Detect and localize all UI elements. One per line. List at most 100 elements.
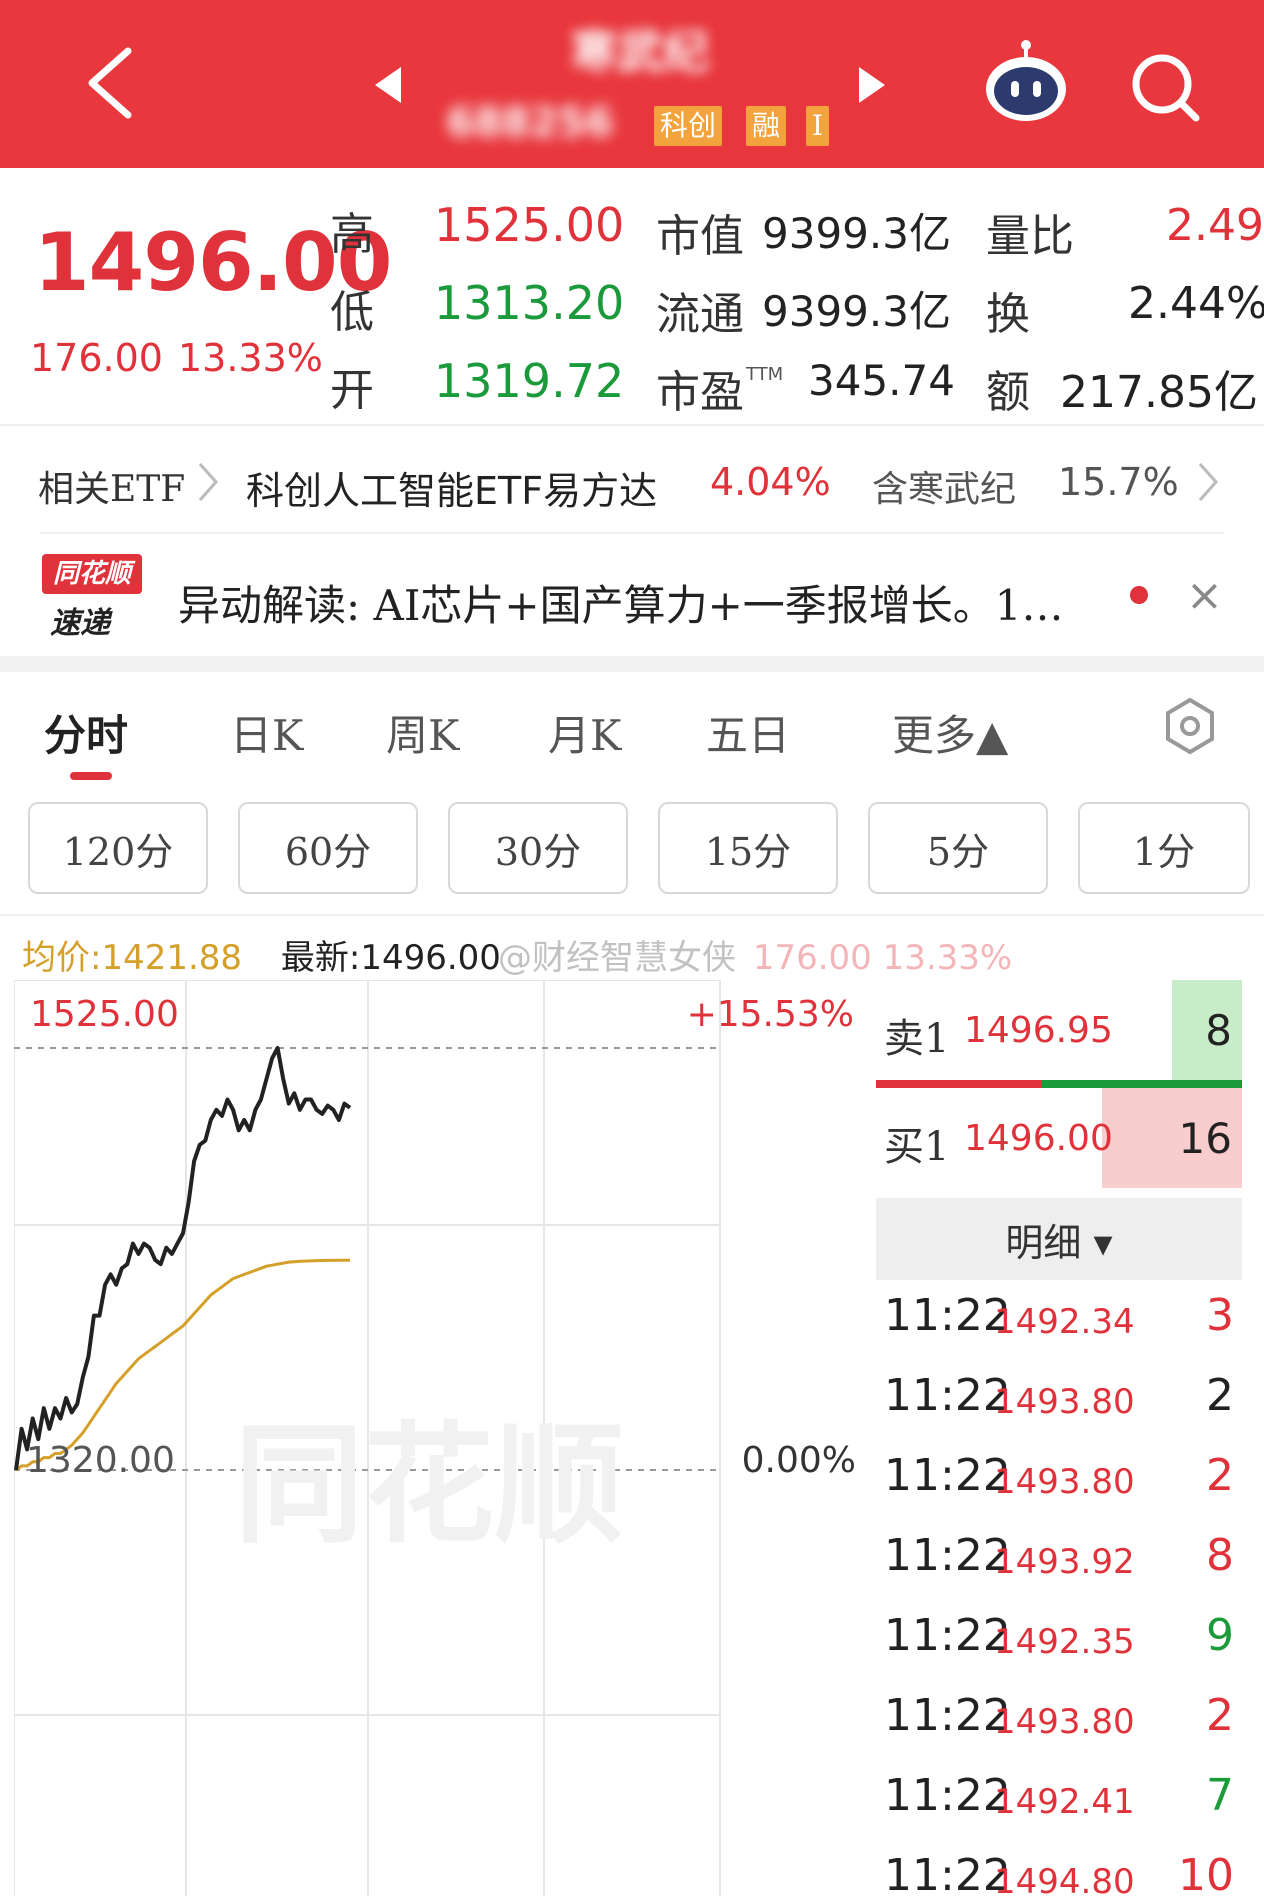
ai-assistant-button[interactable] — [978, 36, 1074, 132]
related-etf-label: 相关ETF — [38, 469, 186, 510]
tick-price: 1494.80 — [994, 1862, 1135, 1896]
tag-star-market: 科创 — [654, 106, 723, 146]
open-label: 开 — [330, 365, 374, 416]
trade-tick-row: 11:22 1492.35 9 — [876, 1600, 1242, 1680]
tick-volume: 10 — [1178, 1850, 1234, 1896]
stock-code: 688256 — [446, 100, 614, 146]
news-headline[interactable]: 异动解读: AI芯片+国产算力+一季报增长。1… — [178, 572, 1064, 633]
tick-time: 11:22 — [884, 1530, 1011, 1581]
tick-volume: 3 — [1206, 1290, 1234, 1341]
buy-1-label: 买1 — [884, 1124, 950, 1170]
trade-tick-row: 11:22 1493.80 2 — [876, 1360, 1242, 1440]
intraday-chart[interactable]: 同花顺 1525.00 +15.53% 1320.00 0.00% — [14, 980, 870, 1896]
trade-tick-row: 11:22 1492.41 7 — [876, 1760, 1242, 1840]
tick-price: 1492.41 — [994, 1782, 1135, 1822]
price-line — [14, 1046, 352, 1471]
etf-percent: 4.04% — [710, 460, 831, 504]
tab-five-day[interactable]: 五日 — [706, 702, 790, 763]
tab-more[interactable]: 更多▲ — [892, 702, 1008, 763]
tick-volume: 9 — [1206, 1610, 1234, 1661]
tick-price: 1493.92 — [994, 1542, 1135, 1582]
trade-tick-row: 11:22 1493.80 2 — [876, 1440, 1242, 1520]
buy-1-price: 1496.00 — [964, 1118, 1113, 1159]
tab-daily-k[interactable]: 日K — [230, 702, 303, 763]
related-etf-row[interactable]: 相关ETF 科创人工智能ETF易方达 4.04% 含寒武纪 15.7% — [0, 426, 1264, 538]
low-value: 1313.20 — [434, 276, 625, 330]
etf-holding-percent: 15.7% — [1058, 460, 1179, 504]
tab-intraday[interactable]: 分时 — [44, 702, 128, 763]
latest-price-readout: 最新:1496.00 — [280, 938, 501, 978]
back-button[interactable] — [70, 38, 150, 128]
buy-1-volume: 16 — [1178, 1114, 1232, 1163]
market-cap-label: 市值 — [656, 211, 744, 262]
stock-name: 寒武纪 — [571, 25, 709, 79]
tick-price: 1492.34 — [994, 1302, 1135, 1342]
tick-time: 11:22 — [884, 1610, 1011, 1661]
tab-weekly-k[interactable]: 周K — [386, 702, 459, 763]
period-1min-button[interactable]: 1分 — [1078, 802, 1250, 894]
average-price-readout: 均价:1421.88 — [22, 938, 243, 978]
prev-arrow-icon — [375, 67, 401, 103]
trade-tick-row: 11:22 1493.80 2 — [876, 1680, 1242, 1760]
chart-svg: 同花顺 1525.00 +15.53% 1320.00 0.00% — [14, 980, 856, 1896]
period-15min-button[interactable]: 15分 — [658, 802, 838, 894]
trade-tick-row: 11:22 1493.92 8 — [876, 1520, 1242, 1600]
trade-detail-toggle[interactable]: 明细 ▾ — [876, 1198, 1242, 1280]
chevron-right-icon[interactable] — [1196, 460, 1220, 504]
tick-volume: 2 — [1206, 1690, 1234, 1741]
search-button[interactable] — [1118, 40, 1214, 136]
pe-label: 市盈 — [656, 367, 744, 418]
sell-1-price: 1496.95 — [964, 1010, 1113, 1051]
close-news-button[interactable]: × — [1186, 570, 1223, 621]
tonghuashun-express-logo: 同花顺 速递 — [42, 554, 146, 641]
float-cap-label: 流通 — [656, 289, 744, 340]
period-120min-button[interactable]: 120分 — [28, 802, 208, 894]
chart-info-line: 均价:1421.88 最新:1496.00 — [22, 930, 501, 978]
news-banner[interactable]: 同花顺 速递 异动解读: AI芯片+国产算力+一季报增长。1… × — [0, 534, 1264, 656]
divider — [0, 914, 1264, 916]
stock-quote-app: 寒武纪 688256 科创 融 I 1496.00 176.00 13.33% … — [0, 0, 1264, 1896]
amount-value: 217.85亿 — [1060, 367, 1258, 418]
tag-margin: 融 — [746, 106, 787, 146]
period-5min-button[interactable]: 5分 — [868, 802, 1048, 894]
etf-holding-label: 含寒武纪 — [872, 469, 1017, 510]
back-arrow-icon — [88, 47, 132, 119]
robot-assistant-icon — [986, 40, 1066, 121]
next-stock-button[interactable] — [852, 60, 892, 110]
period-30min-button[interactable]: 30分 — [448, 802, 628, 894]
tick-volume: 2 — [1206, 1370, 1234, 1421]
active-tab-indicator — [70, 772, 112, 780]
search-icon — [1132, 54, 1200, 122]
tick-time: 11:22 — [884, 1290, 1011, 1341]
tick-price: 1492.35 — [994, 1622, 1135, 1662]
tick-price: 1493.80 — [994, 1702, 1135, 1742]
trade-tick-row: 11:22 1494.80 10 — [876, 1840, 1242, 1896]
period-60min-button[interactable]: 60分 — [238, 802, 418, 894]
etf-name[interactable]: 科创人工智能ETF易方达 — [246, 460, 657, 515]
bid-ask-ratio-bar — [876, 1080, 1242, 1088]
unread-dot — [1130, 586, 1148, 604]
previous-stock-button[interactable] — [368, 60, 408, 110]
trade-tick-row: 11:22 1492.34 3 — [876, 1280, 1242, 1360]
chart-watermark: 同花顺 — [234, 1409, 624, 1561]
order-book-panel: 卖1 1496.95 8 买1 1496.00 16 明细 ▾ 11:22 149… — [876, 980, 1242, 1896]
tag-index: I — [806, 106, 830, 146]
amount-label: 额 — [986, 367, 1030, 418]
turnover-value: 2.44% — [1128, 278, 1264, 329]
tick-time: 11:22 — [884, 1850, 1011, 1896]
high-label: 高 — [330, 209, 374, 260]
tick-time: 11:22 — [884, 1770, 1011, 1821]
tick-volume: 8 — [1206, 1530, 1234, 1581]
price-change-percent: 13.33% — [178, 336, 323, 380]
tick-volume: 2 — [1206, 1450, 1234, 1501]
sell-level-1: 卖1 1496.95 8 — [876, 980, 1242, 1080]
chevron-right-icon — [198, 463, 219, 501]
period-selector: 120分 60分 30分 15分 5分 1分 — [0, 800, 1264, 900]
top-bar: 寒武纪 688256 科创 融 I — [0, 0, 1264, 168]
tab-monthly-k[interactable]: 月K — [548, 702, 621, 763]
quote-panel: 1496.00 176.00 13.33% 高 1525.00 低 1313.2… — [0, 168, 1264, 426]
pe-ttm-superscript: TTM — [746, 364, 784, 385]
settings-hexagon-icon[interactable] — [1160, 696, 1220, 756]
tick-price: 1493.80 — [994, 1382, 1135, 1422]
section-gap — [0, 656, 1264, 672]
